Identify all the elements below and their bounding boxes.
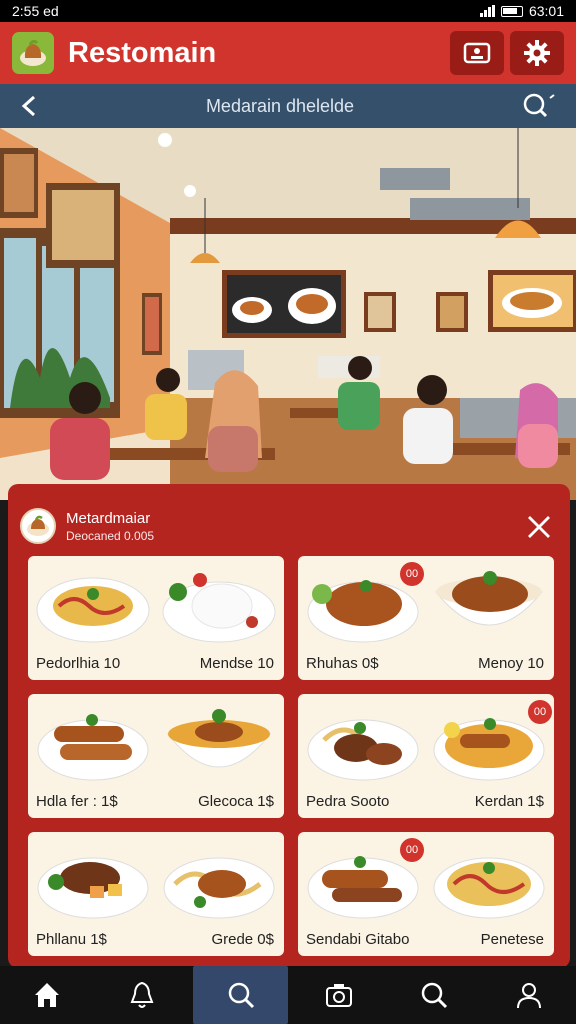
status-indicators: 63:01 [479, 3, 564, 19]
dish-label: Pedra Sooto [306, 793, 390, 810]
nav-profile[interactable] [481, 966, 576, 1024]
chicken-dish-icon [20, 39, 46, 66]
close-icon[interactable] [524, 512, 554, 542]
dish-label: Penetese [480, 931, 544, 948]
restaurant-avatar [20, 508, 56, 544]
profile-card-icon [463, 42, 491, 64]
bell-icon [130, 981, 154, 1008]
chevron-left-icon[interactable] [20, 95, 38, 117]
status-time: 2:55 ed [12, 3, 59, 19]
nav-camera[interactable] [292, 966, 387, 1024]
dish-label: Grede 0$ [211, 931, 274, 948]
dish-label: Sendabi Gitabo [306, 931, 410, 948]
dish-label: Phllanu 1$ [36, 931, 107, 948]
nav-search[interactable] [387, 966, 482, 1024]
dish-label: Mendse 10 [199, 655, 274, 672]
search-icon[interactable] [522, 92, 556, 120]
restaurant-name: Metardmaiar [66, 509, 151, 527]
rice-plate-image [162, 573, 276, 643]
search-icon [421, 982, 448, 1009]
mixed-grill-image [307, 719, 419, 781]
badge: 00 [528, 700, 552, 724]
dish-label: Pedorlhia 10 [36, 655, 121, 672]
dish-card[interactable]: Pedorlhia 10 Mendse 10 [28, 556, 284, 680]
dish-grid: Pedorlhia 10 Mendse 10 00 Rhuhas 0$ Meno… [28, 556, 558, 956]
chicken-noodle-image [163, 857, 275, 919]
status-clock: 63:01 [528, 3, 564, 19]
dish-label: Glecoca 1$ [198, 793, 274, 810]
sausage-plate-image [37, 714, 149, 781]
steak-plate-image [37, 857, 149, 919]
status-bar: 2:55 ed 63:01 [0, 0, 576, 22]
chicken-dish-icon [27, 515, 49, 536]
signal-icon [479, 5, 495, 17]
spaghetti-plate-image [433, 857, 545, 919]
profile-card-button[interactable] [450, 31, 504, 75]
dish-label: Rhuhas 0$ [306, 655, 379, 672]
profile-icon [516, 983, 541, 1009]
settings-button[interactable] [510, 31, 564, 75]
gear-icon [524, 40, 550, 66]
noodle-plate-image [36, 577, 150, 643]
dish-label: Menoy 10 [478, 655, 544, 672]
app-bar: Restomain [0, 22, 576, 84]
nav-bar: Medarain dhelelde [0, 84, 576, 128]
dish-label: Kerdan 1$ [474, 793, 544, 810]
menu-panel: Metardmaiar Deocaned 0.005 Pedorlhia 10 … [8, 484, 570, 968]
camera-icon [326, 984, 353, 1007]
nav-home[interactable] [0, 966, 95, 1024]
dish-card[interactable]: 00 Sendabi Gitabo Penetese [298, 832, 554, 956]
soup-bowl-image [166, 709, 272, 768]
restaurant-subtitle: Deocaned 0.005 [66, 528, 155, 543]
battery-icon [500, 5, 523, 17]
dish-card[interactable]: Hdla fer : 1$ Glecoca 1$ [28, 694, 284, 818]
app-title: Restomain [68, 36, 217, 69]
restaurant-illustration [0, 128, 576, 500]
nav-search-active[interactable] [193, 966, 289, 1024]
panel-header: Metardmaiar Deocaned 0.005 [20, 496, 558, 556]
home-icon [35, 983, 60, 1007]
restaurant-scene-image [0, 128, 576, 500]
curry-bowl-image [434, 571, 544, 626]
bottom-nav [0, 966, 576, 1024]
search-icon [228, 982, 254, 1009]
dish-label: Hdla fer : 1$ [36, 793, 118, 810]
badge: 00 [400, 838, 424, 862]
nav-title: Medarain dhelelde [205, 95, 355, 116]
badge: 00 [400, 562, 424, 586]
dish-card[interactable]: 00 Pedra Sooto Kerdan 1$ [298, 694, 554, 818]
app-logo [12, 32, 54, 74]
nav-notifications[interactable] [95, 966, 190, 1024]
dish-card[interactable]: 00 Rhuhas 0$ Menoy 10 [298, 556, 554, 680]
dish-card[interactable]: Phllanu 1$ Grede 0$ [28, 832, 284, 956]
